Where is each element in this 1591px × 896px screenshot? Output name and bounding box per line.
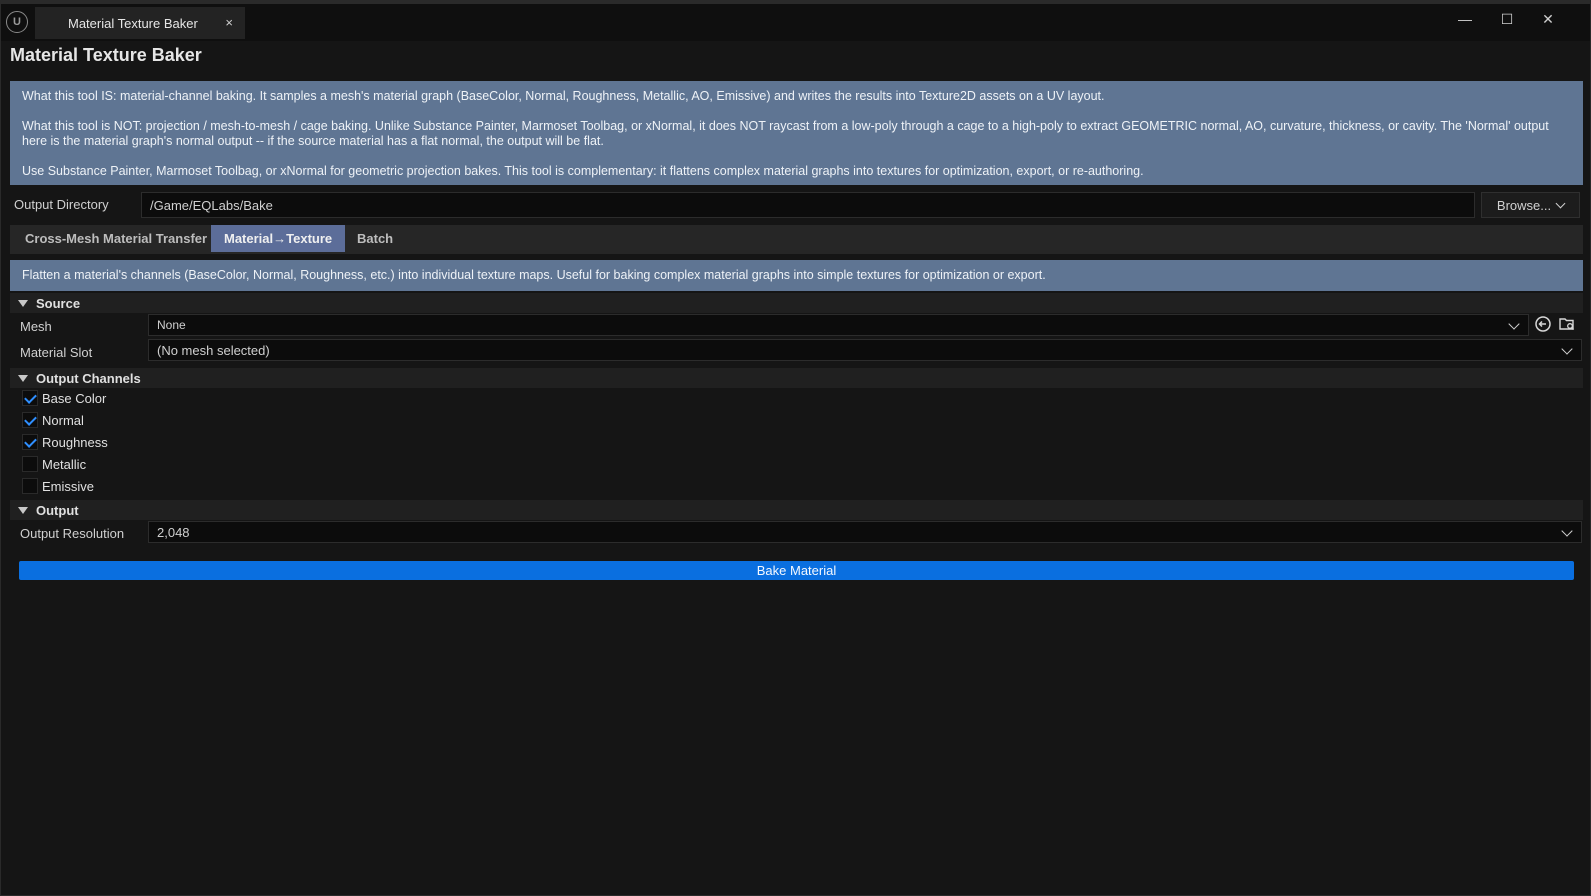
page-title: Material Texture Baker	[10, 45, 202, 65]
source-section-header[interactable]: Source	[10, 293, 1583, 313]
output-channels-section-header[interactable]: Output Channels	[10, 368, 1583, 388]
channel-metallic[interactable]: Metallic	[22, 455, 86, 473]
output-resolution-value: 2,048	[157, 525, 190, 540]
output-section-header[interactable]: Output	[10, 500, 1583, 520]
mesh-picker[interactable]: None	[148, 314, 1529, 336]
minimize-icon[interactable]: —	[1450, 9, 1480, 29]
top-border	[1, 1, 1590, 4]
maximize-icon[interactable]: ☐	[1492, 9, 1522, 29]
title-bar: U Material Texture Baker × — ☐ ✕	[1, 1, 1590, 41]
browse-button-label: Browse...	[1496, 197, 1552, 213]
output-channels-section-title: Output Channels	[36, 370, 141, 386]
material-slot-dropdown[interactable]: (No mesh selected)	[148, 339, 1582, 361]
mesh-label: Mesh	[20, 319, 52, 334]
info-paragraph-not: What this tool is NOT: projection / mesh…	[22, 119, 1549, 148]
channel-emissive[interactable]: Emissive	[22, 477, 94, 495]
channel-base-color[interactable]: Base Color	[22, 389, 106, 407]
use-selected-asset-icon[interactable]	[1533, 314, 1553, 334]
source-section-title: Source	[36, 295, 81, 311]
document-tab-title: Material Texture Baker	[68, 15, 198, 31]
tab-cross-mesh-material-transfer[interactable]: Cross-Mesh Material Transfer	[12, 225, 220, 252]
info-banner: What this tool IS: material-channel baki…	[10, 81, 1583, 185]
document-tab[interactable]: Material Texture Baker ×	[35, 7, 245, 39]
collapse-triangle-icon	[18, 374, 28, 382]
chevron-down-icon	[1555, 198, 1566, 208]
roughness-checkbox[interactable]	[22, 434, 38, 450]
browse-to-asset-icon[interactable]	[1557, 314, 1577, 334]
roughness-label: Roughness	[42, 434, 108, 450]
tab-material-to-texture[interactable]: Material→Texture	[211, 225, 346, 252]
normal-checkbox[interactable]	[22, 412, 38, 428]
emissive-checkbox[interactable]	[22, 478, 38, 494]
info-paragraph-use: Use Substance Painter, Marmoset Toolbag,…	[22, 164, 1144, 178]
info-paragraph-is: What this tool IS: material-channel baki…	[22, 89, 1105, 103]
collapse-triangle-icon	[18, 506, 28, 514]
base-color-label: Base Color	[42, 390, 107, 406]
output-resolution-dropdown[interactable]: 2,048	[148, 521, 1582, 543]
description-banner: Flatten a material's channels (BaseColor…	[10, 260, 1583, 291]
channel-roughness[interactable]: Roughness	[22, 433, 108, 451]
main-window: U Material Texture Baker × — ☐ ✕ Materia…	[0, 0, 1591, 896]
bake-material-button[interactable]: Bake Material	[19, 561, 1574, 580]
output-directory-input[interactable]	[141, 192, 1475, 218]
channel-normal[interactable]: Normal	[22, 411, 84, 429]
tab-batch[interactable]: Batch	[344, 225, 406, 252]
output-directory-label: Output Directory	[14, 197, 109, 212]
mesh-picker-value: None	[157, 318, 186, 332]
material-slot-value: (No mesh selected)	[157, 343, 270, 358]
base-color-checkbox[interactable]	[22, 390, 38, 406]
chevron-down-icon	[1508, 318, 1520, 330]
output-resolution-label: Output Resolution	[20, 526, 125, 541]
close-tab-icon[interactable]: ×	[225, 15, 233, 30]
unreal-logo-icon[interactable]: U	[6, 11, 28, 33]
material-slot-label: Material Slot	[20, 345, 93, 360]
close-window-icon[interactable]: ✕	[1533, 9, 1563, 29]
chevron-down-icon	[1561, 525, 1573, 537]
output-section-title: Output	[36, 502, 79, 518]
collapse-triangle-icon	[18, 299, 28, 307]
metallic-label: Metallic	[42, 456, 87, 472]
emissive-label: Emissive	[42, 478, 95, 494]
browse-button[interactable]: Browse...	[1481, 192, 1580, 218]
normal-label: Normal	[42, 412, 84, 428]
metallic-checkbox[interactable]	[22, 456, 38, 472]
chevron-down-icon	[1561, 343, 1573, 355]
